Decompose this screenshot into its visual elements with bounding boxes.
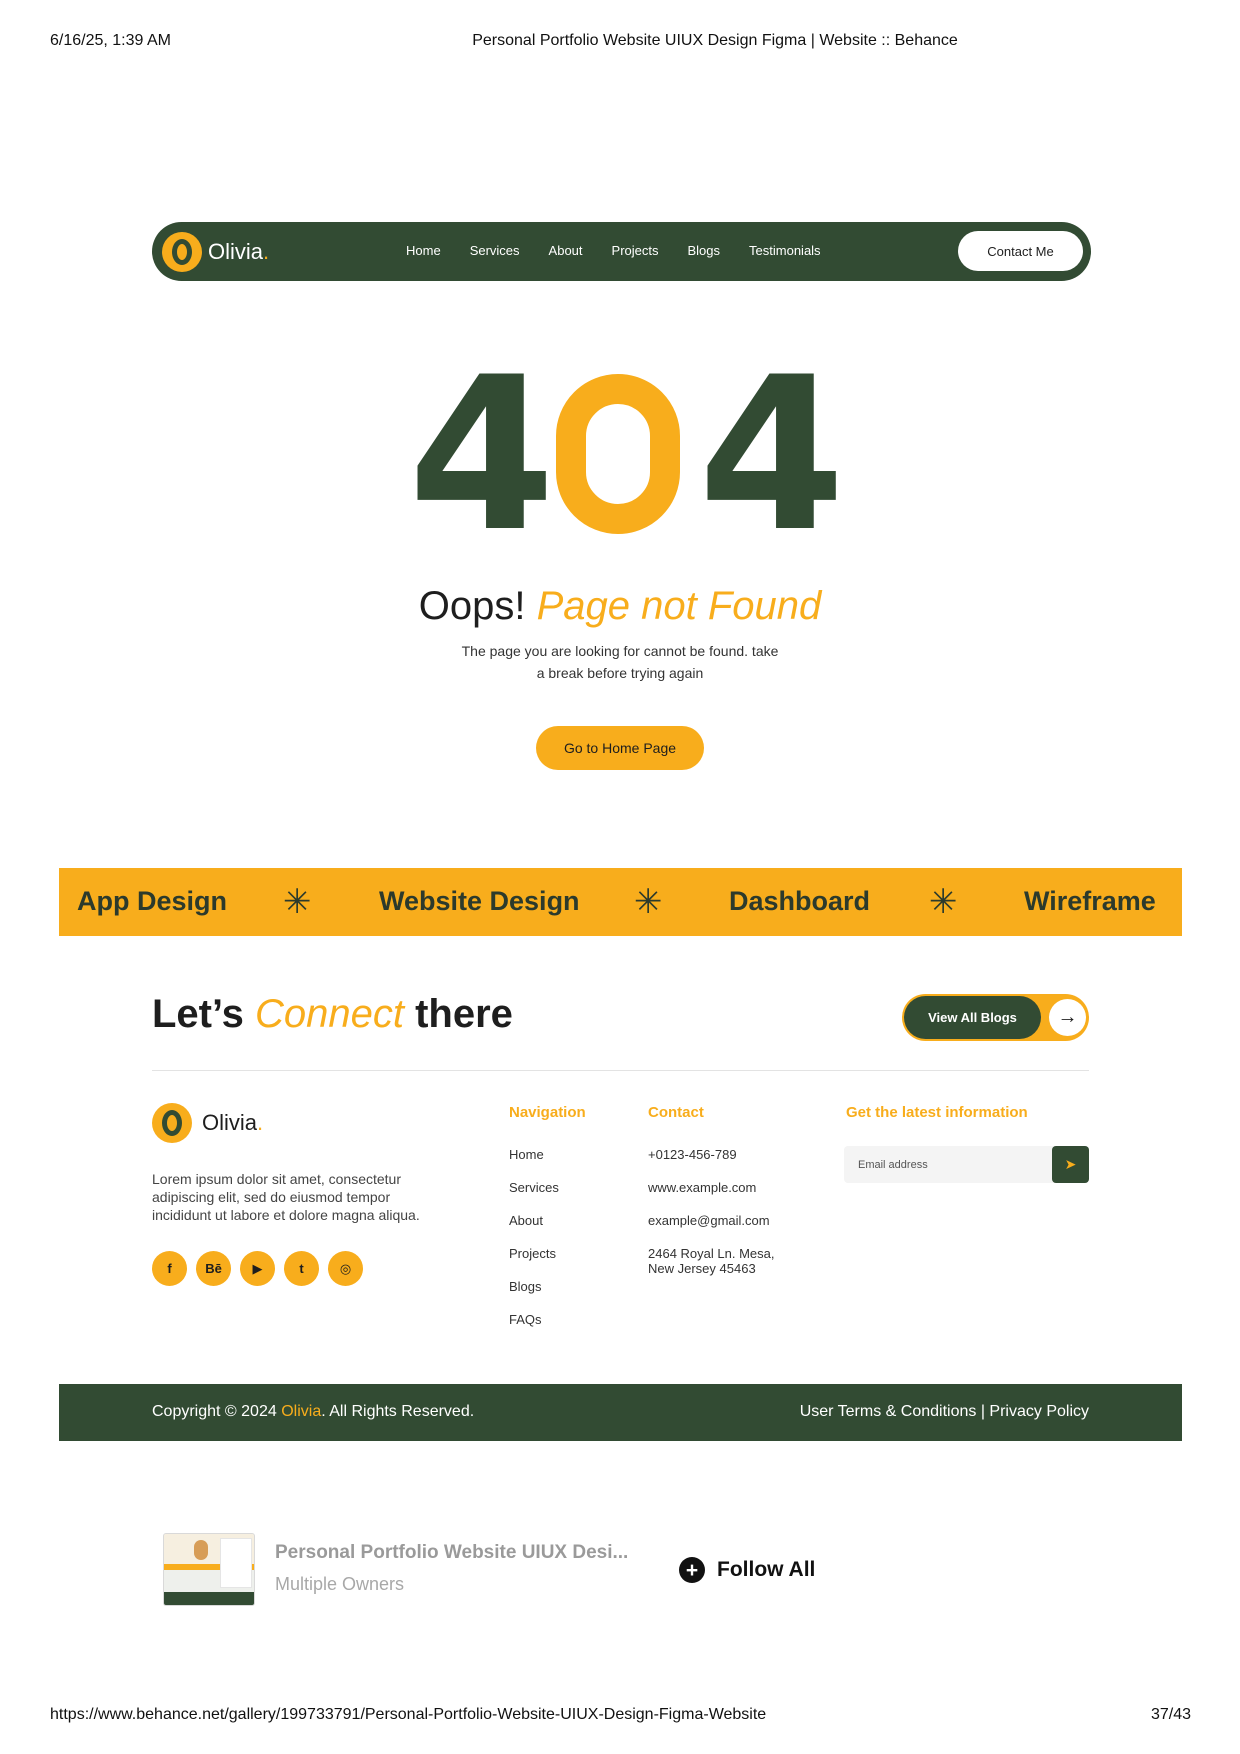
footer-link-blogs[interactable]: Blogs [509,1279,559,1312]
youtube-icon[interactable]: ▶ [240,1251,275,1286]
print-page-number: 37/43 [1150,1706,1191,1723]
view-all-blogs-label[interactable]: View All Blogs [904,996,1041,1039]
footer-link-about[interactable]: About [509,1213,559,1246]
arrow-right-icon[interactable]: → [1049,999,1086,1036]
error-code-404: 4 4 [408,331,846,578]
nav-services[interactable]: Services [470,243,520,258]
error-description: The page you are looking for cannot be f… [461,643,779,681]
asterisk-icon: ✳ [283,882,312,922]
nav-about[interactable]: About [549,243,583,258]
footer-brand-name[interactable]: Olivia. [202,1110,263,1136]
divider [152,1070,1089,1071]
footer-navigation-list: Home Services About Projects Blogs FAQs [509,1147,559,1345]
footer-about-text: Lorem ipsum dolor sit amet, consectetur … [152,1171,420,1223]
error-digit-left: 4 [408,331,556,578]
contact-website[interactable]: www.example.com [648,1180,774,1213]
follow-all-button[interactable]: + Follow All [679,1557,815,1583]
footer-navigation-heading: Navigation [509,1104,586,1121]
project-title[interactable]: Personal Portfolio Website UIUX Desi... [275,1542,628,1564]
band-item-website-design: Website Design [379,886,580,916]
social-links: f Bē ▶ t ◎ [152,1251,372,1286]
logo-icon[interactable] [152,1103,192,1143]
instagram-icon[interactable]: ◎ [328,1251,363,1286]
project-owners: Multiple Owners [275,1574,405,1594]
facebook-icon[interactable]: f [152,1251,187,1286]
error-digit-right: 4 [698,331,846,578]
connect-heading: Let’s Connect there [152,992,513,1036]
asterisk-icon: ✳ [929,882,958,922]
project-thumbnail[interactable] [163,1533,255,1606]
footer-contact-heading: Contact [648,1104,704,1121]
error-title: Oops! Page not Found [418,584,822,628]
footer-contact-list: +0123-456-789 www.example.com example@gm… [648,1147,774,1279]
logo-icon[interactable] [162,232,202,272]
error-title-accent: Page not Found [536,584,822,628]
print-url: https://www.behance.net/gallery/19973379… [50,1706,767,1723]
email-address-input[interactable] [844,1146,1052,1183]
nav-links: Home Services About Projects Blogs Testi… [406,243,850,258]
terms-link[interactable]: User Terms & Conditions [800,1403,977,1420]
nav-home[interactable]: Home [406,243,441,258]
error-zero-gap [592,446,644,456]
nav-projects[interactable]: Projects [612,243,659,258]
services-band: App Design ✳ Website Design ✳ Dashboard … [59,868,1182,936]
follow-all-label[interactable]: Follow All [717,1558,815,1582]
contact-email[interactable]: example@gmail.com [648,1213,774,1246]
band-item-app-design: App Design [77,886,228,916]
print-header: 6/16/25, 1:39 AM Personal Portfolio Webs… [0,30,1240,54]
send-icon[interactable]: ➤ [1052,1146,1089,1183]
legal-divider: | [980,1403,985,1420]
asterisk-icon: ✳ [634,882,663,922]
contact-address: 2464 Royal Ln. Mesa, New Jersey 45463 [648,1246,775,1276]
legal-links: User Terms & Conditions | Privacy Policy [800,1403,1089,1421]
band-item-dashboard: Dashboard [729,886,871,916]
go-home-button[interactable]: Go to Home Page [536,726,704,770]
privacy-link[interactable]: Privacy Policy [989,1403,1089,1420]
footer-link-projects[interactable]: Projects [509,1246,559,1279]
newsletter-form: ➤ [844,1146,1089,1183]
copyright-text: Copyright © 2024 Olivia. All Rights Rese… [152,1403,475,1420]
plus-circle-icon[interactable]: + [679,1557,705,1583]
behance-icon[interactable]: Bē [196,1251,231,1286]
print-title: Personal Portfolio Website UIUX Design F… [472,32,958,49]
view-all-blogs-button[interactable]: View All Blogs → [902,994,1089,1041]
contact-phone[interactable]: +0123-456-789 [648,1147,774,1180]
nav-testimonials[interactable]: Testimonials [749,243,821,258]
nav-blogs[interactable]: Blogs [688,243,721,258]
footer-link-faqs[interactable]: FAQs [509,1312,559,1345]
top-navbar: Olivia. Home Services About Projects Blo… [152,222,1091,281]
print-footer: https://www.behance.net/gallery/19973379… [0,1706,1240,1730]
band-item-wireframe: Wireframe [1024,886,1156,916]
twitter-icon[interactable]: t [284,1251,319,1286]
brand-name[interactable]: Olivia. [208,239,269,265]
newsletter-heading: Get the latest information [846,1104,1028,1121]
contact-me-button[interactable]: Contact Me [958,231,1083,271]
copyright-bar: Copyright © 2024 Olivia. All Rights Rese… [59,1384,1182,1441]
footer-link-services[interactable]: Services [509,1180,559,1213]
footer-link-home[interactable]: Home [509,1147,559,1180]
